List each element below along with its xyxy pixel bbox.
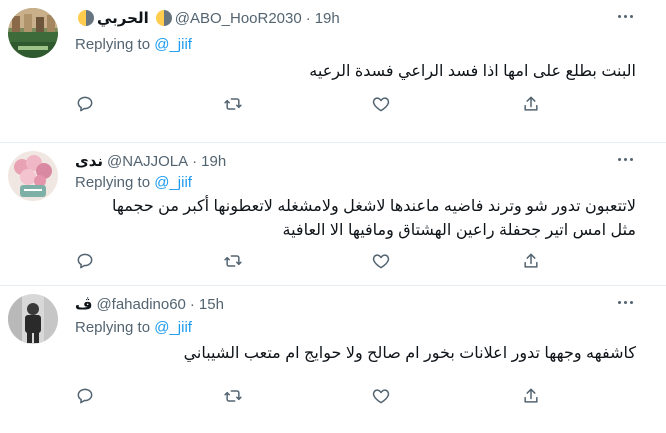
more-icon[interactable]	[616, 296, 636, 308]
replying-to-line: Replying to @_jiif	[75, 174, 192, 191]
like-icon[interactable]	[371, 386, 393, 408]
reply-icon[interactable]	[75, 94, 97, 116]
retweet-icon[interactable]	[223, 94, 245, 116]
tweet-text-line: البنت بطلع على امها اذا فسد الراعي فسدة …	[309, 63, 636, 80]
display-name[interactable]: ندى	[75, 152, 103, 170]
tweet-text-line: لاتتعبون تدور شو وترند فاضيه ماعندها لاش…	[112, 198, 636, 215]
more-icon[interactable]	[616, 10, 636, 22]
tweet-text: البنت بطلع على امها اذا فسد الراعي فسدة …	[76, 60, 636, 84]
tweet-actions	[75, 251, 538, 273]
tweet-text-line: كاشفهه وجهها تدور اعلانات بخور ام صالح و…	[183, 345, 636, 362]
replying-to-handle[interactable]: @_jiif	[154, 36, 192, 53]
like-icon[interactable]	[371, 251, 393, 273]
separator-dot: ·	[305, 9, 311, 27]
avatar[interactable]	[8, 8, 58, 58]
timestamp[interactable]: 19h	[315, 10, 340, 27]
display-name[interactable]: ڤ	[75, 295, 92, 313]
tweet-text: كاشفهه وجهها تدور اعلانات بخور ام صالح و…	[76, 342, 636, 366]
replying-to-handle[interactable]: @_jiif	[154, 174, 192, 191]
avatar[interactable]	[8, 151, 58, 201]
separator-dot: ·	[192, 152, 198, 170]
timestamp[interactable]: 15h	[199, 296, 224, 313]
tweet-actions	[75, 94, 538, 116]
moon-emoji-icon	[155, 10, 172, 26]
user-handle[interactable]: @fahadino60	[96, 296, 185, 313]
like-icon[interactable]	[371, 94, 393, 116]
replying-to-label: Replying to	[75, 174, 151, 191]
tweet[interactable]: ڤ @fahadino60 · 15h Replying to @_jiif ك…	[0, 286, 666, 433]
moon-emoji-icon	[78, 10, 94, 26]
reply-icon[interactable]	[75, 251, 97, 273]
timestamp[interactable]: 19h	[201, 153, 226, 170]
separator-dot: ·	[189, 295, 195, 313]
tweet[interactable]: ندى @NAJJOLA · 19h Replying to @_jiif لا…	[0, 143, 666, 286]
avatar[interactable]	[8, 294, 58, 344]
tweet-text-line: مثل امس اتير جحفلة راعين الهشتاق ومافيها…	[282, 222, 636, 239]
share-icon[interactable]	[521, 94, 543, 116]
tweet-text: لاتتعبون تدور شو وترند فاضيه ماعندها لاش…	[76, 195, 636, 243]
tweet[interactable]: الحربي @ABO_HooR2030 · 19h Replying to @…	[0, 0, 666, 143]
replying-to-label: Replying to	[75, 36, 151, 53]
reply-icon[interactable]	[75, 386, 97, 408]
more-icon[interactable]	[616, 153, 636, 165]
display-name[interactable]: الحربي	[97, 9, 149, 27]
retweet-icon[interactable]	[223, 251, 245, 273]
user-handle[interactable]: @NAJJOLA	[107, 153, 188, 170]
replying-to-line: Replying to @_jiif	[75, 319, 192, 336]
replying-to-label: Replying to	[75, 319, 151, 336]
replying-to-handle[interactable]: @_jiif	[154, 319, 192, 336]
retweet-icon[interactable]	[223, 386, 245, 408]
replying-to-line: Replying to @_jiif	[75, 36, 192, 53]
tweet-actions	[75, 386, 538, 408]
user-handle[interactable]: @ABO_HooR2030	[175, 10, 302, 27]
share-icon[interactable]	[521, 386, 543, 408]
share-icon[interactable]	[521, 251, 543, 273]
